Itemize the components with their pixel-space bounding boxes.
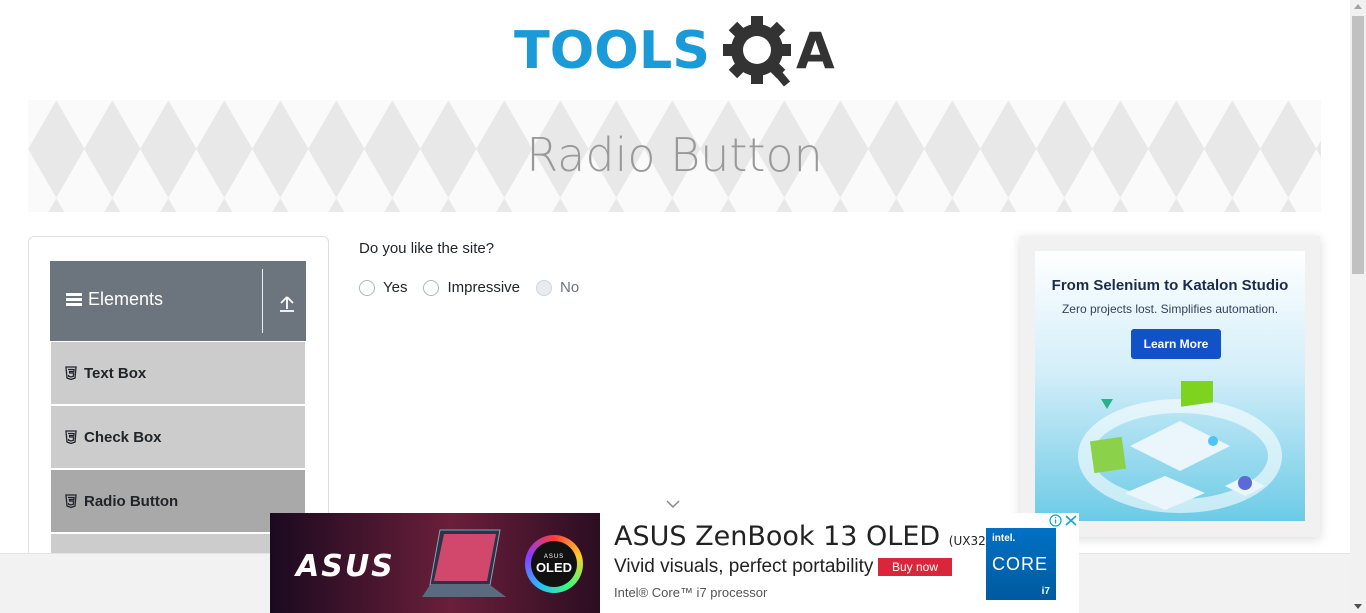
logo-text-qa-letter: A (796, 22, 835, 80)
side-advertisement[interactable]: From Selenium to Katalon Studio Zero pro… (1020, 236, 1320, 537)
page-title: Radio Button (526, 128, 823, 182)
html5-icon (65, 366, 77, 380)
group-title: Elements (88, 289, 164, 309)
learn-more-button[interactable]: Learn More (1131, 329, 1221, 359)
buy-now-button[interactable]: Buy now (878, 558, 952, 576)
ad-product-tagline: Vivid visuals, perfect portability (614, 556, 874, 577)
ad-product-title: ASUS ZenBook 13 OLED (UX325) (614, 521, 998, 552)
side-ad-subtitle: Zero projects lost. Simplifies automatio… (1061, 302, 1279, 316)
radio-group: Yes Impressive No (359, 279, 595, 296)
radio-impressive[interactable]: Impressive (423, 279, 520, 296)
radio-circle[interactable] (423, 279, 440, 296)
side-ad-title: From Selenium to Katalon Studio (1051, 277, 1289, 294)
oled-badge: ASUS OLED (525, 535, 583, 593)
ad-close-icon[interactable] (1063, 513, 1079, 528)
radio-no: No (536, 279, 579, 296)
toolsqa-logo[interactable]: TOOLS A (514, 14, 838, 92)
group-title-wrap: Elements (66, 289, 163, 310)
side-ad-creative[interactable]: From Selenium to Katalon Studio Zero pro… (1035, 251, 1305, 521)
laptop-image (422, 529, 506, 597)
sidebar-item-check-box[interactable]: Check Box (51, 406, 305, 468)
radio-yes[interactable]: Yes (359, 279, 407, 296)
radio-circle[interactable] (359, 279, 375, 296)
html5-icon (65, 494, 77, 508)
sidebar-item-radio-button[interactable]: Radio Button (51, 470, 305, 532)
group-divider (262, 269, 263, 333)
radio-label[interactable]: Impressive (447, 279, 520, 296)
chevron-down-icon[interactable] (666, 500, 680, 509)
radio-label[interactable]: Yes (383, 279, 407, 296)
sidebar-item-label: Text Box (84, 364, 147, 382)
ad-info-icon[interactable] (1048, 513, 1063, 528)
katalon-illustration (1078, 381, 1282, 513)
oled-badge-inner: ASUS OLED (531, 541, 577, 587)
scroll-down-arrow-icon[interactable] (1354, 604, 1362, 609)
asus-logo: ASUS (296, 549, 395, 584)
sidebar-item-label: Check Box (84, 428, 162, 446)
page-banner: Radio Button (28, 100, 1321, 212)
upload-arrow-icon[interactable] (277, 294, 297, 314)
bottom-advertisement[interactable]: ASUS ASUS OLED ASUS ZenBook 13 OLED (UX3… (270, 513, 1079, 613)
site-header: TOOLS A (0, 0, 1350, 100)
scroll-up-arrow-icon[interactable] (1354, 4, 1362, 9)
radio-circle (536, 279, 553, 296)
oled-badge-label: OLED (535, 559, 573, 575)
ad-processor-text: Intel® Core™ i7 processor (614, 585, 768, 600)
radio-label: No (560, 279, 580, 296)
intel-brand: intel. (992, 533, 1016, 544)
page-scrollbar[interactable] (1350, 0, 1366, 613)
elements-group-header[interactable]: Elements (50, 261, 306, 341)
question-text: Do you like the site? (359, 240, 495, 257)
ad-product-name: ASUS ZenBook 13 OLED (614, 521, 941, 552)
gear-icon (723, 16, 791, 87)
intel-core: CORE (992, 554, 1049, 574)
intel-core-badge: intel. CORE i7 (986, 528, 1056, 600)
scroll-thumb[interactable] (1352, 16, 1364, 274)
sidebar-item-label: Radio Button (84, 492, 179, 510)
html5-icon (65, 430, 77, 444)
sidebar-item-text-box[interactable]: Text Box (51, 342, 305, 404)
logo-text-tools: TOOLS (514, 21, 710, 81)
intel-tier: i7 (1041, 586, 1050, 597)
hamburger-icon (66, 293, 82, 306)
